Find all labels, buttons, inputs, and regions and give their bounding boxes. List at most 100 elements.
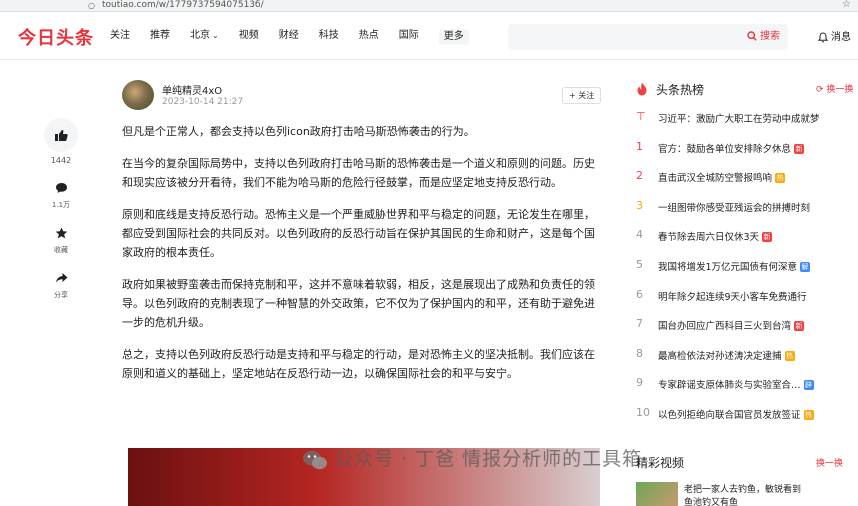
hot-list-header: 头条热榜 ⟳ 换一换 <box>636 80 858 102</box>
url-text[interactable]: toutiao.com/w/177973759407513б/ <box>102 0 264 11</box>
collect-button[interactable]: 收藏 <box>44 224 78 255</box>
nav-item-hot[interactable]: 热点 <box>359 29 379 45</box>
publish-date: 2023-10-14 21:27 <box>162 97 244 107</box>
nav-item-follow[interactable]: 关注 <box>110 29 130 45</box>
collect-label: 收藏 <box>54 246 68 254</box>
recommend-text-line[interactable]: 老把一家人去钓鱼，敏锐看到 <box>684 482 801 495</box>
hot-badge: 热 <box>784 351 795 361</box>
hot-item-text: 明年除夕起连续9天小客车免费通行 <box>658 292 807 303</box>
comment-button[interactable]: 1.1万 <box>44 179 78 210</box>
hot-rank: 10 <box>636 406 650 419</box>
bookmark-star-icon[interactable]: ☆ <box>842 0 851 10</box>
new-badge: 新 <box>762 232 773 242</box>
search-button[interactable]: 搜索 <box>747 29 780 45</box>
hot-list-item[interactable]: 9 专家辟谣支原体肺炎与实验室合… 辟 <box>636 376 858 394</box>
hot-list-item[interactable]: 4 春节除去周六日仅休3天新 <box>636 228 858 246</box>
follow-button[interactable]: + 关注 <box>562 87 602 104</box>
nav-item-beijing-label: 北京 <box>190 30 210 41</box>
hot-item-content: 专家辟谣支原体肺炎与实验室合… 辟 <box>658 377 814 391</box>
hot-list-item[interactable]: 3 一组图带你感受亚残运会的拼搏时刻 <box>636 199 858 217</box>
nav-item-tech[interactable]: 科技 <box>319 29 339 45</box>
hot-list-item[interactable]: 6 明年除夕起连续9天小客车免费通行 <box>636 288 858 306</box>
hot-item-text: 直击武汉全城防空警报鸣响 <box>658 173 773 184</box>
site-logo[interactable]: 今日头条 <box>18 24 94 50</box>
fire-icon <box>637 82 647 96</box>
hot-list-item[interactable]: 7 国台办回应广西科目三火到台湾新 <box>636 317 858 335</box>
author-avatar[interactable] <box>122 80 154 110</box>
hot-refresh-button[interactable]: ⟳ 换一换 <box>816 82 853 95</box>
chevron-down-icon: ⌄ <box>212 31 219 40</box>
hot-badge: 热 <box>775 173 786 183</box>
share-label: 分享 <box>54 291 68 299</box>
hot-item-text: 一组图带你感受亚残运会的拼搏时刻 <box>658 203 811 214</box>
thumbs-up-icon <box>55 129 68 141</box>
hot-item-text: 专家辟谣支原体肺炎与实验室合… <box>658 380 801 391</box>
nav-item-beijing[interactable]: 北京 ⌄ <box>190 29 219 45</box>
hot-item-content: 官方：鼓励各单位安排除夕休息新 <box>658 141 805 155</box>
article-paragraph: 但凡是个正常人，都会支持以色列icon政府打击哈马斯恐怖袭击的行为。 <box>122 125 475 138</box>
recommend-title: 精彩视频 <box>636 456 685 470</box>
hot-list-item[interactable]: 2 直击武汉全城防空警报鸣响热 <box>636 169 858 187</box>
hot-list-item[interactable]: 8 最高检依法对孙述涛决定逮捕热 <box>636 347 858 365</box>
nav-item-recommend[interactable]: 推荐 <box>150 29 170 45</box>
hot-list-item[interactable]: 5 我国将增发1万亿元国债有何深意解 <box>636 258 858 276</box>
address-bar[interactable]: ○ toutiao.com/w/177973759407513б/ ☆ <box>0 0 858 12</box>
nav-item-international[interactable]: 国际 <box>399 29 419 45</box>
hot-item-content: 春节除去周六日仅休3天新 <box>658 229 773 243</box>
hot-list-item[interactable]: 10 以色列拒绝向联合国官员发放签证热 <box>636 406 858 424</box>
messages-button[interactable]: 消息 <box>817 31 851 45</box>
recommend-text-line[interactable]: 鱼池钓又有鱼 <box>684 495 738 506</box>
bell-icon <box>817 31 829 42</box>
explain-badge: 解 <box>800 262 811 272</box>
nav-more-button[interactable]: 更多 <box>438 29 469 45</box>
hot-item-text: 以色列拒绝向联合国官员发放签证 <box>658 410 801 421</box>
search-button-label: 搜索 <box>760 31 780 42</box>
hot-item-text: 春节除去周六日仅休3天 <box>658 232 760 243</box>
hot-rank: 5 <box>636 258 643 271</box>
article-paragraph: 政府如果被野蛮袭击而保持克制和平，这并不意味着软弱，相反，这是展现出了成熟和负责… <box>122 278 595 329</box>
share-icon <box>55 273 67 283</box>
new-badge: 新 <box>794 321 805 331</box>
hot-rank: 9 <box>636 376 643 389</box>
hot-item-text: 我国将增发1万亿元国债有何深意 <box>658 262 798 273</box>
hot-rank: 4 <box>636 228 643 241</box>
hot-item-text: 官方：鼓励各单位安排除夕休息 <box>658 144 792 155</box>
watermark: 公众号 · 丁爸 情报分析师的工具箱 <box>302 444 642 471</box>
hot-list-item[interactable]: 1 官方：鼓励各单位安排除夕休息新 <box>636 140 858 158</box>
hot-item-content: 最高检依法对孙述涛决定逮捕热 <box>658 348 795 362</box>
share-button[interactable]: 分享 <box>44 269 78 300</box>
refresh-icon: ⟳ <box>816 85 824 95</box>
article-paragraph: 总之，支持以色列政府反恐行动是支持和平与稳定的行动，是对恐怖主义的坚决抵制。我们… <box>122 348 595 380</box>
comment-icon <box>55 183 67 193</box>
wechat-icon <box>303 450 327 469</box>
nav-item-finance[interactable]: 财经 <box>279 29 299 45</box>
search-icon <box>747 31 757 41</box>
hot-list-item[interactable]: ⊤ 习近平：激励广大职工在劳动中成就梦 <box>636 110 858 128</box>
hot-item-content: 直击武汉全城防空警报鸣响热 <box>658 170 786 184</box>
hot-rank: 1 <box>636 140 643 153</box>
recommend-thumbnail[interactable] <box>636 482 678 506</box>
author-name[interactable]: 单纯精灵4xO <box>162 82 222 97</box>
rumor-badge: 辟 <box>803 380 814 390</box>
article-paragraph: 原则和底线是支持反恐行动。恐怖主义是一个严重威胁世界和平与稳定的问题，无论发生在… <box>122 208 595 259</box>
hot-item-text: 最高检依法对孙述涛决定逮捕 <box>658 351 782 362</box>
messages-label: 消息 <box>831 32 851 43</box>
hot-badge: 热 <box>803 410 814 420</box>
site-header: 今日头条 关注 推荐 北京 ⌄ 视频 财经 科技 热点 国际 更多 搜索 消息 <box>0 12 858 60</box>
hot-rank: 7 <box>636 317 643 330</box>
star-icon <box>55 227 67 239</box>
hot-refresh-label: 换一换 <box>826 85 854 95</box>
pin-icon: ⊤ <box>636 110 646 123</box>
article-body: 但凡是个正常人，都会支持以色列icon政府打击哈马斯恐怖袭击的行为。 在当今的复… <box>122 122 602 396</box>
nav-item-video[interactable]: 视频 <box>239 29 259 45</box>
like-count: 1442 <box>50 156 72 165</box>
hot-rank: 8 <box>636 347 643 360</box>
recommend-refresh-button[interactable]: 换一换 <box>816 456 843 469</box>
article-paragraph: 在当今的复杂国际局势中，支持以色列政府打击哈马斯的恐怖袭击是一个道义和原则的问题… <box>122 157 595 189</box>
lock-icon: ○ <box>88 1 95 10</box>
search-input[interactable] <box>516 28 716 46</box>
hot-list-title: 头条热榜 <box>656 83 705 97</box>
hot-rank: 3 <box>636 199 643 212</box>
like-button[interactable] <box>44 118 78 152</box>
hot-item-content: 国台办回应广西科目三火到台湾新 <box>658 318 805 332</box>
